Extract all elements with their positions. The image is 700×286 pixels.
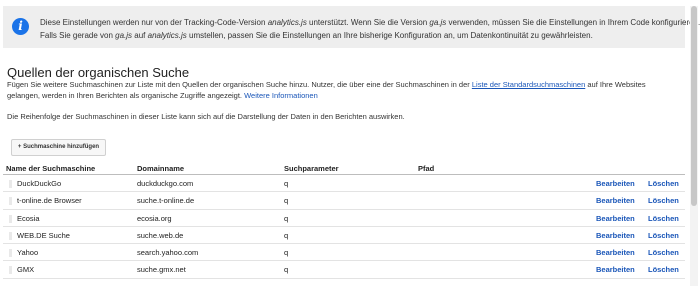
edit-button[interactable]: Bearbeiten [596,214,635,223]
edit-button[interactable]: Bearbeiten [596,179,635,188]
vertical-scrollbar[interactable] [690,6,698,286]
engine-name: t-online.de Browser [17,196,82,206]
delete-button[interactable]: Löschen [648,196,679,205]
header-domain: Domainname [137,164,185,173]
engine-param: q [284,196,289,206]
table-row: Yahoo search.yahoo.com q Bearbeiten Lösc… [3,244,685,262]
header-name: Name der Suchmaschine [6,164,96,173]
header-path: Pfad [418,164,435,173]
edit-button[interactable]: Bearbeiten [596,265,635,274]
delete-button[interactable]: Löschen [648,179,679,188]
section-description-line-1: Fügen Sie weitere Suchmaschinen zur List… [7,80,646,89]
info-text-line-1: Diese Einstellungen werden nur von der T… [40,18,700,27]
order-note: Die Reihenfolge der Suchmaschinen in die… [7,112,405,121]
info-banner: i Diese Einstellungen werden nur von der… [3,6,700,48]
add-search-engine-button[interactable]: + Suchmaschine hinzufügen [11,139,106,156]
engine-name: GMX [17,265,35,275]
engine-param: q [284,213,289,223]
engine-domain: search.yahoo.com [137,248,199,258]
header-param: Suchparameter [284,164,339,173]
section-description-line-2: gelangen, werden in Ihren Berichten als … [7,91,318,100]
engine-name: Yahoo [17,248,39,258]
table-row: Ecosia ecosia.org q Bearbeiten Löschen [3,210,685,227]
engine-domain: duckduckgo.com [137,179,194,188]
engine-domain: suche.t-online.de [137,196,195,206]
edit-button[interactable]: Bearbeiten [596,196,635,205]
learn-more-link[interactable]: Weitere Informationen [244,91,318,100]
table-header: Name der Suchmaschine Domainname Suchpar… [3,162,685,175]
engine-domain: ecosia.org [137,213,172,223]
engine-param: q [284,179,289,188]
delete-button[interactable]: Löschen [648,231,679,240]
delete-button[interactable]: Löschen [648,248,679,257]
engine-domain: suche.gmx.net [137,265,186,275]
table-row: t-online.de Browser suche.t-online.de q … [3,192,685,210]
drag-handle-icon[interactable] [9,197,12,206]
drag-handle-icon[interactable] [9,249,12,258]
edit-button[interactable]: Bearbeiten [596,231,635,240]
scrollbar-thumb[interactable] [691,6,697,206]
info-text-line-2: Falls Sie gerade von ga.js auf analytics… [40,31,593,40]
engine-name: Ecosia [17,213,40,223]
delete-button[interactable]: Löschen [648,214,679,223]
engine-param: q [284,265,289,275]
drag-handle-icon[interactable] [9,266,12,275]
engine-param: q [284,230,289,240]
drag-handle-icon[interactable] [9,214,12,223]
drag-handle-icon[interactable] [9,180,12,188]
engine-name: WEB.DE Suche [17,230,70,240]
section-title: Quellen der organischen Suche [7,65,190,80]
table-row: GMX suche.gmx.net q Bearbeiten Löschen [3,261,685,279]
table-row: WEB.DE Suche suche.web.de q Bearbeiten L… [3,227,685,245]
table-row: DuckDuckGo duckduckgo.com q Bearbeiten L… [3,175,685,193]
info-icon: i [12,18,29,35]
engine-domain: suche.web.de [137,230,184,240]
engine-param: q [284,248,289,258]
engine-name: DuckDuckGo [17,179,62,188]
search-engines-table: Name der Suchmaschine Domainname Suchpar… [3,162,685,279]
default-search-engines-link[interactable]: Liste der Standardsuchmaschinen [472,80,585,89]
edit-button[interactable]: Bearbeiten [596,248,635,257]
delete-button[interactable]: Löschen [648,265,679,274]
drag-handle-icon[interactable] [9,231,12,240]
